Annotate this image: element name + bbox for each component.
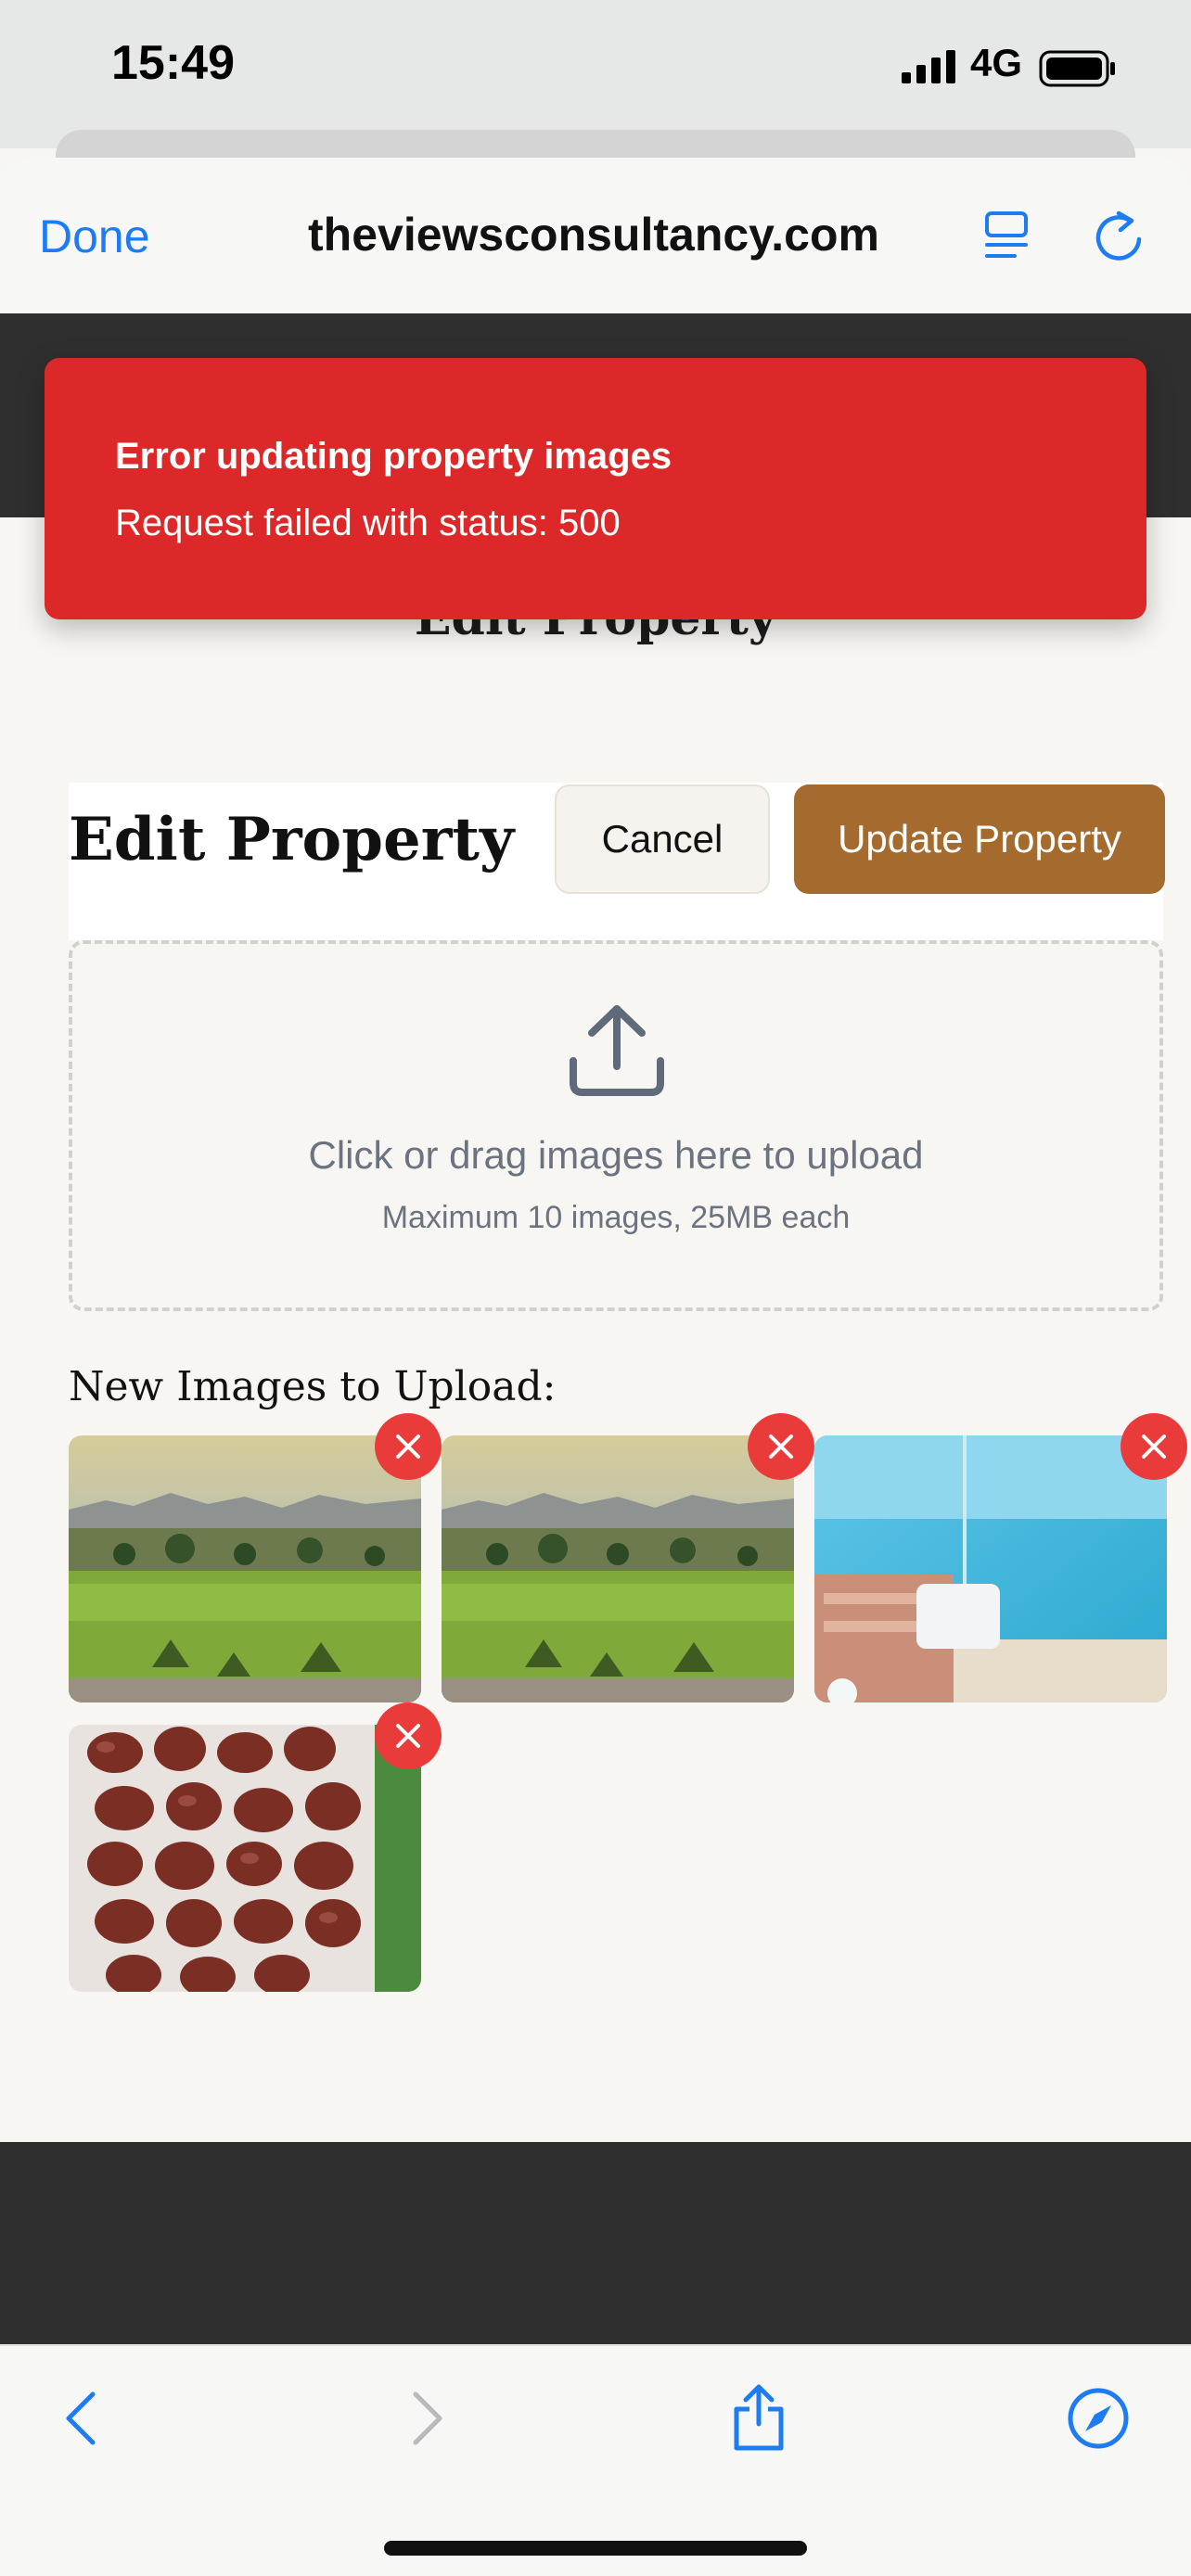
new-images-label: New Images to Upload: [69, 1363, 557, 1410]
error-toast[interactable] [45, 358, 1146, 619]
cancel-button[interactable]: Cancel [555, 784, 770, 894]
toast-message: Request failed with status: 500 [115, 503, 621, 543]
thumbnail-golf-2 [442, 1435, 794, 1702]
remove-image-button[interactable] [375, 1702, 442, 1769]
back-icon[interactable] [59, 2389, 104, 2448]
done-button[interactable]: Done [39, 210, 150, 263]
network-type: 4G [970, 41, 1023, 84]
reload-icon[interactable] [1093, 208, 1145, 263]
remove-image-button[interactable] [748, 1413, 814, 1480]
upload-icon [570, 1005, 664, 1096]
dropzone-text: Click or drag images here to upload [308, 1133, 924, 1177]
form-title: Edit Property [69, 805, 515, 874]
toast-title: Error updating property images [115, 436, 672, 477]
url-label: theviewsconsultancy.com [308, 209, 879, 261]
close-icon [396, 1435, 420, 1459]
update-property-button[interactable]: Update Property [794, 784, 1165, 894]
close-icon [1142, 1435, 1166, 1459]
dropzone-subtext: Maximum 10 images, 25MB each [381, 1200, 851, 1235]
image-dropzone[interactable] [69, 940, 1163, 1311]
share-icon[interactable] [729, 2383, 788, 2454]
forward-icon[interactable] [404, 2389, 449, 2448]
signal-icon [902, 50, 955, 83]
battery-icon [1039, 50, 1115, 87]
status-time: 15:49 [111, 36, 235, 90]
thumbnail-beach [814, 1435, 1167, 1702]
thumbnail-golf-1 [69, 1435, 421, 1702]
site-footer [0, 2142, 1191, 2346]
thumbnail-dates [69, 1725, 421, 1992]
home-indicator [384, 2541, 807, 2556]
close-icon [769, 1435, 793, 1459]
remove-image-button[interactable] [375, 1413, 442, 1480]
remove-image-button[interactable] [1121, 1413, 1187, 1480]
close-icon [396, 1724, 420, 1748]
reader-icon[interactable] [983, 210, 1031, 261]
compass-icon[interactable] [1067, 2387, 1130, 2450]
